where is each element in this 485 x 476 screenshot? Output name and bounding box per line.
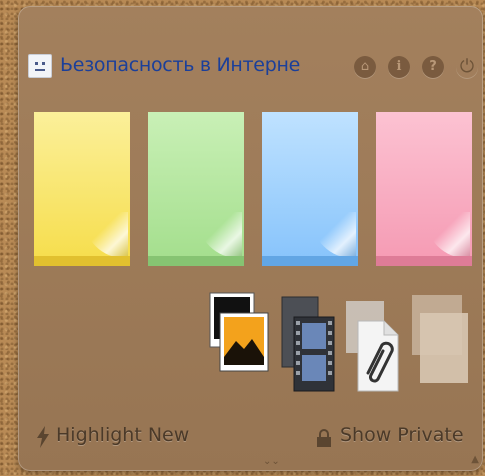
resize-handle-icon[interactable]: ▲: [471, 454, 479, 465]
sticky-note-yellow[interactable]: [34, 112, 130, 266]
attachment-icon[interactable]: [344, 299, 404, 395]
page-curl: [426, 212, 470, 258]
sticky-note-pink[interactable]: [376, 112, 472, 266]
widget-title: Ьезопасность в Интерне: [60, 54, 300, 76]
widget-footer: Highlight New Show Private: [36, 418, 485, 458]
sticky-notes-row: [34, 112, 474, 272]
widget-header: Ьезопасность в Интерне ⌂ i ? ⏻: [28, 46, 478, 86]
photo-icon[interactable]: [208, 291, 272, 381]
widget-panel: Ьезопасность в Интерне ⌂ i ? ⏻ Highlight…: [18, 6, 483, 471]
video-icon[interactable]: [280, 295, 340, 395]
content-tools: [208, 291, 478, 401]
sticky-note-green[interactable]: [148, 112, 244, 266]
info-icon[interactable]: i: [388, 56, 410, 78]
home-icon[interactable]: ⌂: [354, 56, 376, 78]
page-curl: [312, 212, 356, 258]
app-face-icon: [28, 54, 52, 78]
power-icon[interactable]: ⏻: [456, 56, 478, 78]
help-icon[interactable]: ?: [422, 56, 444, 78]
page-curl: [84, 212, 128, 258]
highlight-new-toggle[interactable]: Highlight New: [56, 424, 189, 446]
lightning-icon: [37, 426, 49, 448]
show-private-toggle[interactable]: Show Private: [340, 424, 464, 446]
blank-note-icon[interactable]: [408, 293, 472, 389]
sticky-note-blue[interactable]: [262, 112, 358, 266]
lock-icon: [317, 429, 331, 447]
collapse-grip-icon[interactable]: ⌄⌄: [263, 456, 280, 467]
page-curl: [198, 212, 242, 258]
